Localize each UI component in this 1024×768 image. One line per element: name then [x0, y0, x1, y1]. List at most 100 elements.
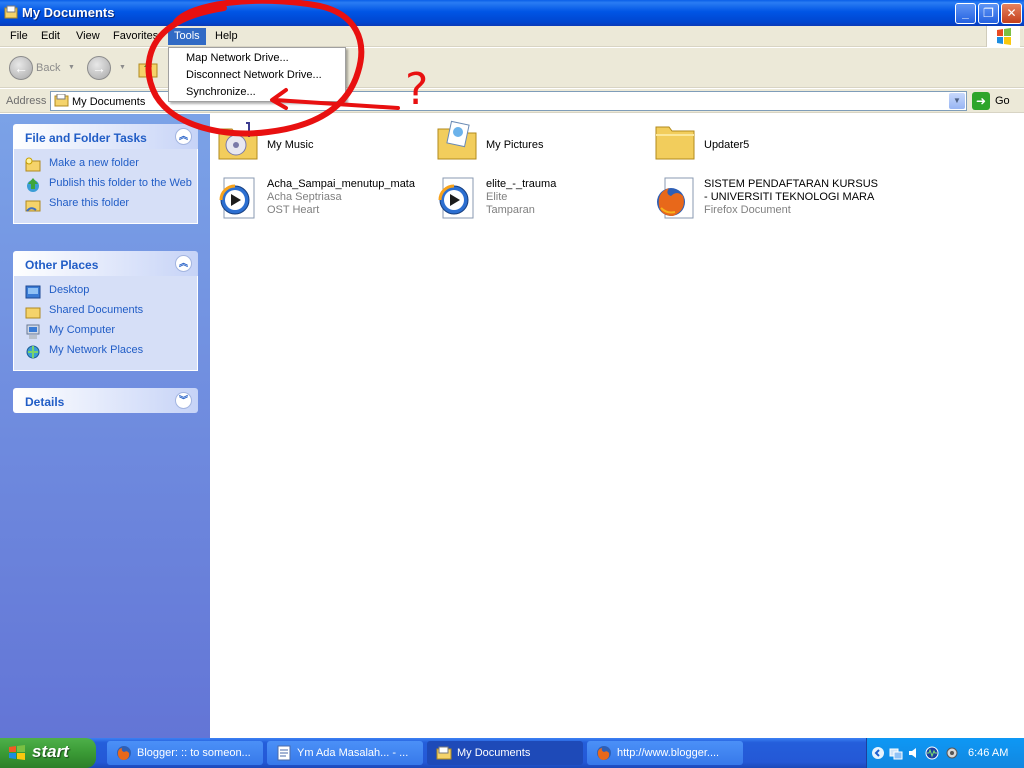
file-type: Firefox Document — [704, 204, 791, 216]
panel-title: Details — [25, 395, 65, 409]
address-bar: Address My Documents ▼ ➜ Go — [0, 89, 1024, 113]
panel-header[interactable]: Details ︾ — [13, 388, 198, 413]
my-network-places-link[interactable]: My Network Places — [14, 342, 197, 362]
forward-dropdown-icon[interactable]: ▼ — [119, 64, 126, 71]
firefox-document-icon — [657, 177, 694, 219]
windows-flag-icon — [9, 745, 25, 760]
back-dropdown-icon[interactable]: ▼ — [68, 64, 75, 71]
folder-icon — [655, 126, 695, 160]
address-value: My Documents — [72, 96, 146, 108]
back-arrow-icon[interactable]: ← — [9, 56, 33, 80]
file-view: My Music My Pictures Updater5 Acha_Sampa… — [210, 114, 1024, 738]
music-folder-icon — [218, 122, 258, 160]
shared-folder-icon — [25, 307, 41, 319]
file-name: My Music — [267, 139, 314, 151]
share-folder-icon — [25, 200, 41, 212]
system-tray: 6:46 AM — [866, 738, 1024, 768]
taskbar-item-label: http://www.blogger.... — [617, 747, 720, 759]
file-item-elite-trauma[interactable]: elite_-_trauma Elite Tamparan — [429, 176, 639, 226]
close-button[interactable]: ✕ — [1001, 3, 1022, 24]
file-item-my-music[interactable]: My Music — [210, 119, 420, 169]
network-tray-icon[interactable] — [889, 746, 903, 760]
menu-edit[interactable]: Edit — [35, 28, 66, 45]
publish-folder-link[interactable]: Publish this folder to the Web — [14, 175, 197, 195]
window-title: My Documents — [22, 5, 115, 20]
desktop-link[interactable]: Desktop — [14, 282, 197, 302]
desktop-icon — [25, 285, 41, 299]
settings-tray-icon[interactable] — [945, 746, 959, 760]
network-places-icon — [26, 345, 40, 359]
file-item-acha-sampai[interactable]: Acha_Sampai_menutup_mata Acha Septriasa … — [210, 176, 420, 226]
media-player-icon — [438, 177, 474, 219]
minimize-button[interactable]: _ — [955, 3, 976, 24]
panel-title: Other Places — [25, 258, 99, 272]
file-artist: Elite — [486, 191, 508, 203]
start-button[interactable]: start — [0, 738, 96, 768]
go-button[interactable]: ➜ Go — [972, 92, 1020, 110]
go-arrow-icon: ➜ — [972, 92, 990, 110]
taskbar-item-my-documents[interactable]: My Documents — [427, 741, 583, 765]
notepad-icon — [277, 745, 291, 761]
windows-logo-icon — [986, 26, 1020, 47]
collapse-chevron-icon[interactable]: ︽ — [175, 255, 192, 272]
disconnect-network-drive-item[interactable]: Disconnect Network Drive... — [186, 69, 322, 81]
synchronize-item[interactable]: Synchronize... — [186, 86, 256, 98]
menu-help[interactable]: Help — [209, 28, 244, 45]
details-panel: Details ︾ — [13, 388, 198, 413]
collapse-chevron-icon[interactable]: ︽ — [175, 128, 192, 145]
menu-favorites[interactable]: Favorites — [107, 28, 164, 45]
my-documents-icon — [4, 5, 18, 19]
address-dropdown-icon[interactable]: ▼ — [949, 93, 965, 109]
menu-tools[interactable]: Tools — [168, 28, 206, 45]
other-places-panel: Other Places ︽ Desktop Shared Documents … — [13, 251, 198, 371]
taskbar-item-label: Ym Ada Masalah... - ... — [297, 747, 409, 759]
menu-view[interactable]: View — [70, 28, 106, 45]
panel-header[interactable]: Other Places ︽ — [13, 251, 198, 276]
file-name-line2: - UNIVERSITI TEKNOLOGI MARA — [704, 191, 875, 203]
tools-dropdown-menu: Map Network Drive... Disconnect Network … — [168, 47, 346, 102]
menu-file[interactable]: File — [4, 28, 34, 45]
title-bar[interactable]: My Documents _ ❐ ✕ — [0, 0, 1024, 26]
map-network-drive-item[interactable]: Map Network Drive... — [186, 52, 289, 64]
expand-chevron-icon[interactable]: ︾ — [175, 392, 192, 409]
file-artist: Acha Septriasa — [267, 191, 342, 203]
folder-icon — [54, 94, 69, 107]
new-folder-icon — [25, 157, 41, 172]
folder-icon — [436, 746, 452, 760]
my-computer-link[interactable]: My Computer — [14, 322, 197, 342]
file-name: SISTEM PENDAFTARAN KURSUS — [704, 178, 878, 190]
clock: 6:46 AM — [968, 747, 1009, 759]
file-item-sistem-pendaftaran[interactable]: SISTEM PENDAFTARAN KURSUS - UNIVERSITI T… — [647, 176, 887, 226]
media-player-icon — [219, 177, 255, 219]
taskbar-item-blogger[interactable]: Blogger: :: to someon... — [107, 741, 263, 765]
panel-header[interactable]: File and Folder Tasks ︽ — [13, 124, 198, 149]
panel-title: File and Folder Tasks — [25, 131, 147, 145]
file-item-my-pictures[interactable]: My Pictures — [429, 119, 639, 169]
taskbar-item-ym[interactable]: Ym Ada Masalah... - ... — [267, 741, 423, 765]
firefox-icon — [117, 746, 131, 760]
taskbar-item-blogger-url[interactable]: http://www.blogger.... — [587, 741, 743, 765]
maximize-button[interactable]: ❐ — [978, 3, 999, 24]
taskbar-item-label: Blogger: :: to someon... — [137, 747, 251, 759]
pictures-folder-icon — [437, 120, 477, 160]
taskbar-item-label: My Documents — [457, 747, 531, 759]
address-label: Address — [6, 95, 47, 107]
shared-documents-link[interactable]: Shared Documents — [14, 302, 197, 322]
taskbar: start Blogger: :: to someon... Ym Ada Ma… — [0, 738, 1024, 768]
share-folder-link[interactable]: Share this folder — [14, 195, 197, 215]
file-name: Acha_Sampai_menutup_mata — [267, 178, 415, 190]
tray-expand-icon[interactable] — [871, 746, 885, 760]
volume-tray-icon[interactable] — [907, 746, 921, 760]
toolbar: ← Back ▼ → ▼ — [0, 48, 1024, 88]
make-new-folder-link[interactable]: Make a new folder — [14, 155, 197, 175]
file-name: Updater5 — [704, 139, 750, 151]
go-label: Go — [995, 95, 1010, 107]
up-folder-icon[interactable] — [137, 58, 159, 80]
my-computer-icon — [26, 324, 40, 339]
back-button-label[interactable]: Back — [36, 62, 60, 74]
file-album: OST Heart — [267, 204, 320, 216]
activity-tray-icon[interactable] — [925, 746, 939, 760]
file-name: elite_-_trauma — [486, 178, 557, 190]
file-item-updater5[interactable]: Updater5 — [647, 119, 857, 169]
forward-arrow-icon[interactable]: → — [87, 56, 111, 80]
